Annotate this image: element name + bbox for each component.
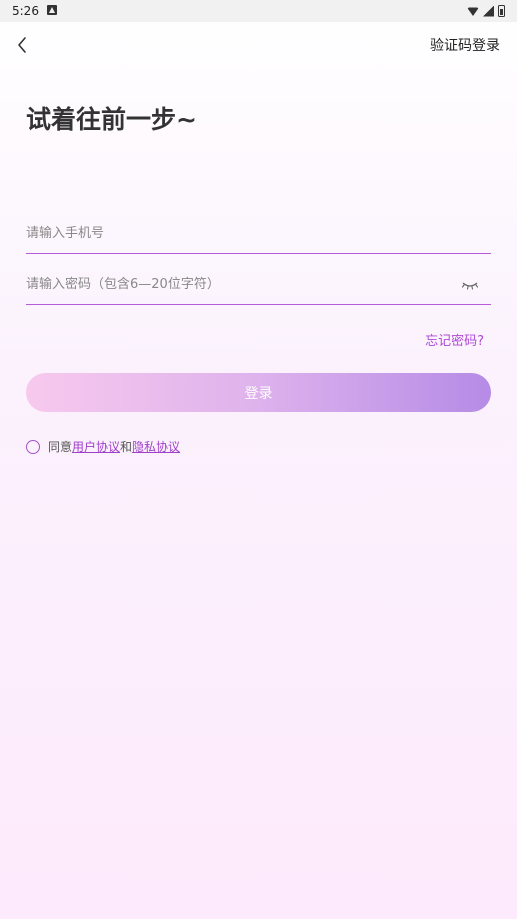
status-icons — [467, 4, 505, 18]
password-field — [26, 265, 491, 305]
chevron-left-icon — [18, 37, 26, 53]
phone-input[interactable] — [26, 214, 491, 253]
phone-field — [26, 214, 491, 254]
eye-closed-icon — [461, 282, 479, 290]
wifi-icon — [467, 7, 479, 16]
signal-icon — [483, 5, 494, 17]
agreement-prefix: 同意 — [48, 440, 73, 454]
sms-login-link[interactable]: 验证码登录 — [430, 35, 500, 55]
back-button[interactable] — [12, 34, 34, 56]
agreement-conjunction: 和 — [120, 440, 133, 454]
page-title: 试着往前一步~ — [26, 105, 197, 134]
forgot-password-link[interactable]: 忘记密码? — [425, 330, 484, 349]
password-input[interactable] — [26, 265, 491, 304]
privacy-agreement-link[interactable]: 隐私协议 — [132, 438, 180, 455]
battery-icon — [498, 5, 505, 17]
agree-checkbox[interactable] — [26, 439, 40, 454]
notification-a-icon — [47, 5, 57, 15]
status-bar: 5:26 — [0, 0, 517, 22]
status-time: 5:26 — [12, 4, 39, 18]
login-button[interactable]: 登录 — [26, 373, 491, 412]
agreement-row: 同意 用户协议 和 隐私协议 — [26, 438, 180, 455]
password-visibility-toggle[interactable] — [461, 277, 479, 291]
user-agreement-link[interactable]: 用户协议 — [72, 438, 120, 455]
